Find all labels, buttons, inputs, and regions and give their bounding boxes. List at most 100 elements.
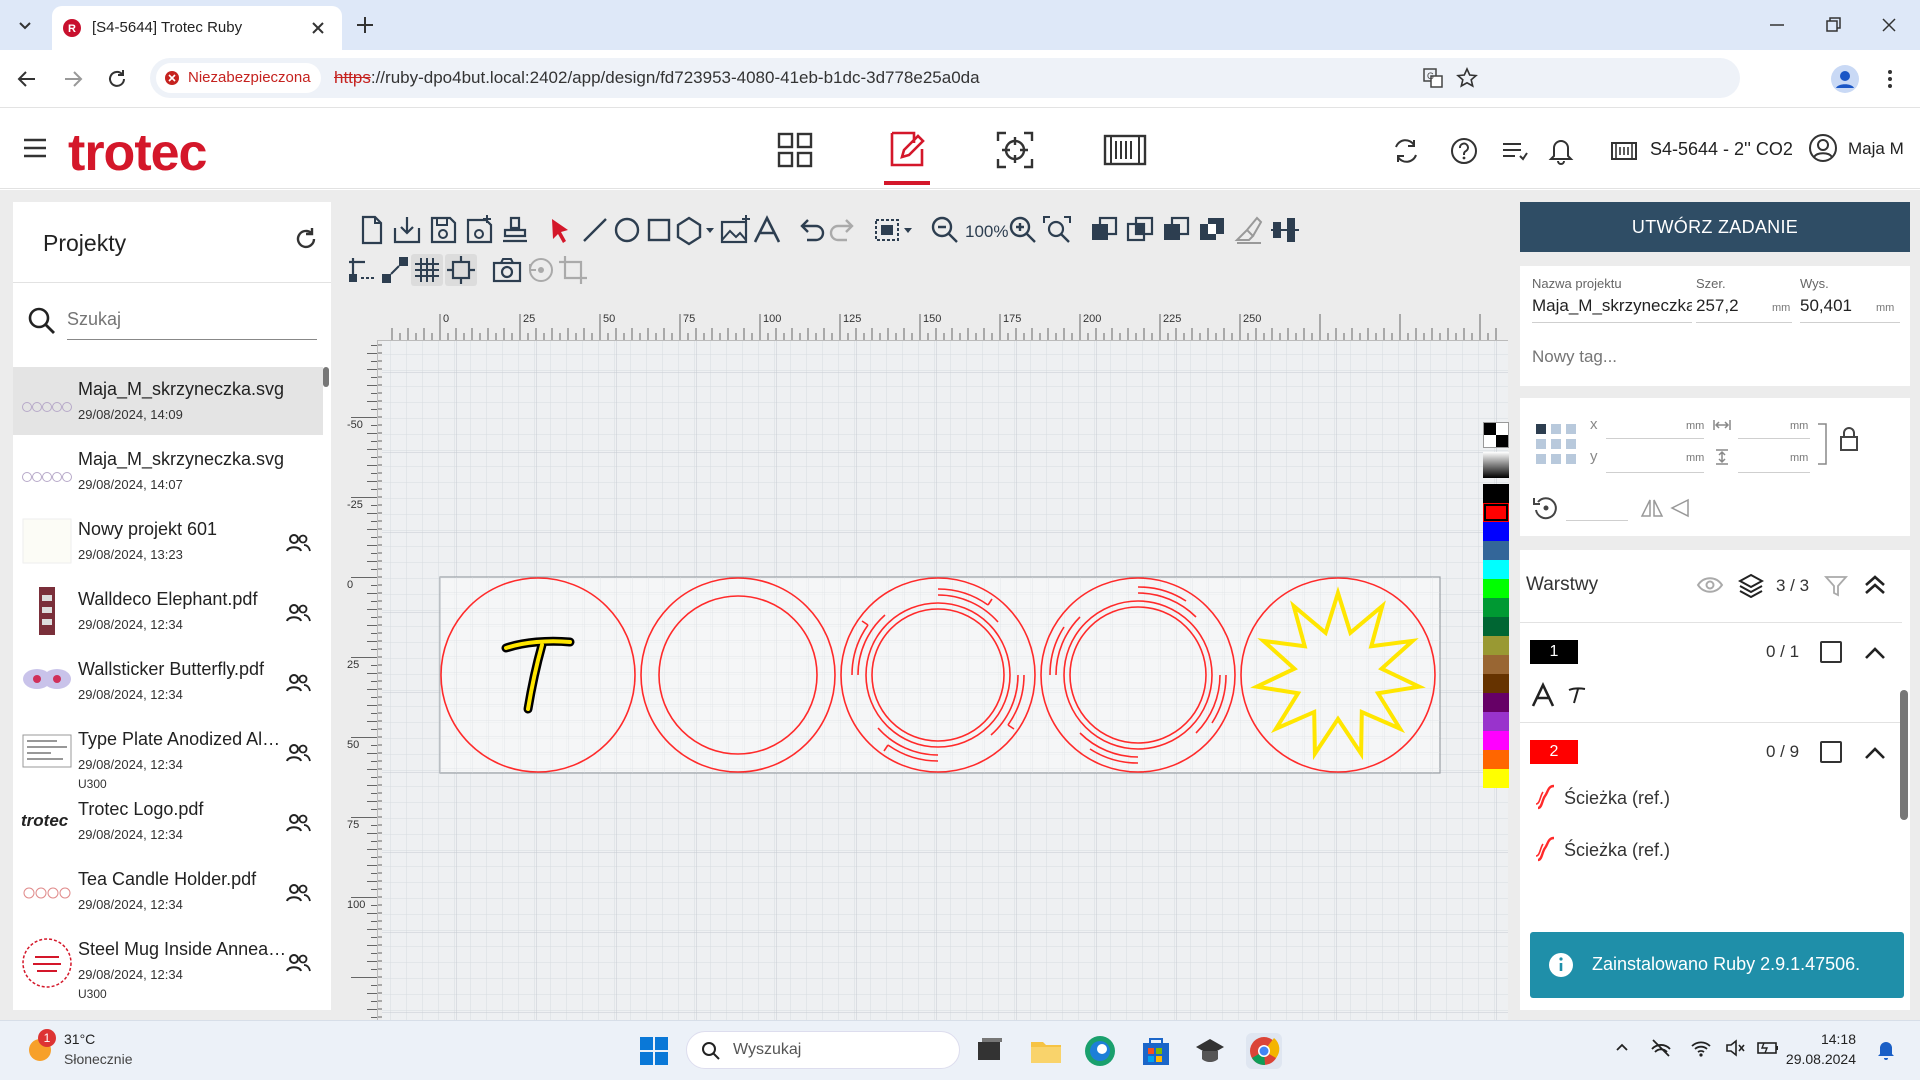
line-tool-icon[interactable]	[579, 214, 611, 246]
stamp-icon[interactable]	[499, 214, 531, 246]
color-swatch[interactable]	[1483, 503, 1509, 522]
select-arrow-icon[interactable]	[545, 214, 577, 246]
translate-icon[interactable]: G	[1422, 67, 1444, 89]
color-swatch[interactable]	[1483, 636, 1509, 655]
task-list-icon[interactable]	[1500, 137, 1528, 165]
anchor-point-icon[interactable]	[1536, 424, 1576, 464]
path-item[interactable]: Ścieżka (ref.)	[1564, 788, 1670, 809]
save-as-icon[interactable]	[463, 214, 495, 246]
project-item[interactable]: Walldeco Elephant.pdf 29/08/2024, 12:34	[13, 577, 323, 645]
polygon-tool-icon[interactable]	[675, 214, 719, 246]
lock-ratio-icon[interactable]	[1838, 426, 1860, 452]
create-job-button[interactable]: UTWÓRZ ZADANIE	[1520, 202, 1910, 252]
color-gradient-swatch[interactable]	[1483, 452, 1509, 478]
install-toast[interactable]: Zainstalowano Ruby 2.9.1.47506.	[1530, 932, 1904, 998]
window-close-icon[interactable]	[1880, 16, 1898, 34]
color-swatch[interactable]	[1483, 598, 1509, 617]
forward-icon[interactable]	[62, 68, 84, 90]
flip-vertical-icon[interactable]	[1668, 496, 1692, 520]
project-item[interactable]: Type Plate Anodized Aluminium 29/08/2024…	[13, 717, 323, 791]
nav-prepare-icon[interactable]	[992, 127, 1038, 173]
x-field-underline[interactable]	[1606, 438, 1704, 439]
help-icon[interactable]	[1450, 137, 1478, 165]
browser-tab[interactable]: R [S4-5644] Trotec Ruby	[52, 6, 342, 50]
reload-icon[interactable]	[106, 68, 128, 90]
notifications-icon[interactable]	[1546, 135, 1576, 165]
minimize-icon[interactable]	[1768, 16, 1786, 34]
filter-icon[interactable]	[1824, 574, 1848, 598]
arrange-icon[interactable]	[873, 214, 917, 246]
wifi-icon[interactable]	[1690, 1037, 1712, 1059]
height-field[interactable]: 50,401	[1800, 296, 1852, 316]
bookmark-star-icon[interactable]	[1456, 67, 1478, 89]
machine-name[interactable]: S4-5644 - 2'' CO2	[1650, 139, 1793, 160]
new-tag-input[interactable]	[1532, 342, 1892, 372]
flip-horizontal-icon[interactable]	[1640, 496, 1664, 520]
color-swatch[interactable]	[1483, 712, 1509, 731]
zoom-level[interactable]: 100%	[965, 222, 1008, 242]
volume-mute-icon[interactable]	[1724, 1037, 1746, 1059]
y-field-underline[interactable]	[1606, 472, 1704, 473]
circle-tool-icon[interactable]	[611, 214, 643, 246]
width-field[interactable]: 257,2	[1696, 296, 1739, 316]
nav-dashboard-icon[interactable]	[772, 127, 818, 173]
layers-scrollbar[interactable]	[1900, 690, 1908, 820]
visibility-eye-icon[interactable]	[1696, 576, 1724, 594]
tray-chevron-icon[interactable]	[1614, 1039, 1630, 1055]
not-secure-chip[interactable]: Niezabezpieczona	[156, 63, 321, 93]
profile-avatar-icon[interactable]	[1830, 64, 1860, 94]
project-item[interactable]: trotec Trotec Logo.pdf 29/08/2024, 12:34	[13, 787, 323, 855]
task-view-icon[interactable]	[972, 1033, 1008, 1069]
project-item[interactable]: Steel Mug Inside Annealing 29/08/2024, 1…	[13, 927, 323, 1007]
notification-bell-icon[interactable]	[1876, 1039, 1896, 1061]
snap-to-object-icon[interactable]	[379, 254, 411, 286]
clock-date[interactable]: 29.08.2024	[1776, 1051, 1856, 1067]
color-swatch[interactable]	[1483, 522, 1509, 541]
color-swatch[interactable]	[1483, 484, 1509, 503]
new-file-icon[interactable]	[355, 214, 387, 246]
nav-design-icon[interactable]	[884, 127, 930, 173]
project-search-input[interactable]	[67, 300, 317, 340]
project-list-scrollbar[interactable]	[323, 367, 329, 387]
user-icon[interactable]	[1808, 133, 1838, 163]
text-tool-icon[interactable]	[751, 214, 783, 246]
browser-menu-icon[interactable]	[1886, 68, 1894, 90]
url-text[interactable]: https://ruby-dpo4but.local:2402/app/desi…	[334, 68, 980, 88]
camera-icon[interactable]	[491, 254, 523, 286]
hamburger-menu-icon[interactable]	[22, 137, 48, 159]
layer-1-collapse-icon[interactable]	[1862, 640, 1888, 666]
text-object-preview[interactable]	[1566, 684, 1588, 706]
edge-icon[interactable]	[1082, 1033, 1118, 1069]
grid-toggle-icon[interactable]	[411, 254, 443, 286]
layer-1-badge[interactable]: 1	[1530, 640, 1578, 664]
layer-2-collapse-icon[interactable]	[1862, 740, 1888, 766]
color-swatch[interactable]	[1483, 731, 1509, 750]
rotation-field-underline[interactable]	[1566, 520, 1628, 521]
windows-start-icon[interactable]	[636, 1033, 672, 1069]
clock-time[interactable]: 14:18	[1796, 1031, 1856, 1047]
sync-settings-icon[interactable]	[1392, 137, 1420, 165]
store-icon[interactable]	[1138, 1033, 1174, 1069]
boolean-exclude-icon[interactable]	[1197, 214, 1229, 246]
layer-2-badge[interactable]: 2	[1530, 740, 1578, 764]
restore-icon[interactable]	[1824, 16, 1842, 34]
network-status-icon[interactable]	[1650, 1037, 1672, 1059]
h-field-underline[interactable]	[1738, 472, 1810, 473]
collapse-all-icon[interactable]	[1862, 572, 1888, 598]
tab-search-icon[interactable]	[14, 14, 36, 36]
zoom-out-icon[interactable]	[929, 214, 961, 246]
chrome-icon[interactable]	[1246, 1033, 1282, 1069]
user-name[interactable]: Maja M	[1848, 139, 1904, 159]
color-swatch[interactable]	[1483, 674, 1509, 693]
project-item[interactable]: Wallsticker Butterfly.pdf 29/08/2024, 12…	[13, 647, 323, 715]
w-field-underline[interactable]	[1738, 438, 1810, 439]
new-tab-icon[interactable]	[354, 14, 376, 36]
undo-icon[interactable]	[795, 214, 827, 246]
taskbar-search[interactable]: Wyszukaj	[686, 1031, 960, 1069]
project-item[interactable]: Maja_M_skrzyneczka.svg 29/08/2024, 14:09	[13, 367, 323, 435]
color-checker-swatch[interactable]	[1483, 422, 1509, 448]
layer-1-checkbox[interactable]	[1820, 641, 1842, 663]
project-item[interactable]: Nowy projekt 601 29/08/2024, 13:23	[13, 507, 323, 575]
color-swatch[interactable]	[1483, 750, 1509, 769]
snap-icon[interactable]	[345, 254, 377, 286]
